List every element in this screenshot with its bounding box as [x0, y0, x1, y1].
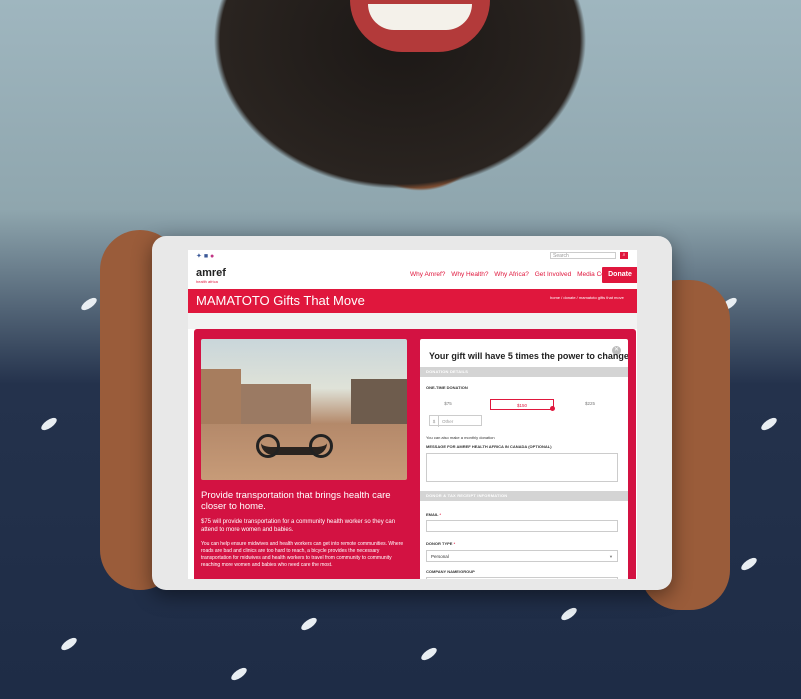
instagram-icon[interactable]: ● — [210, 253, 214, 260]
message-textarea[interactable] — [426, 453, 618, 482]
top-bar: ✦ ■ ● Search ⌕ — [188, 250, 637, 261]
section-donation-details: DONATION DETAILS — [420, 367, 628, 377]
gift-panel: Provide transportation that brings healt… — [194, 329, 636, 579]
message-label: MESSAGE FOR AMREF HEALTH AFRICA IN CANAD… — [426, 444, 552, 449]
building — [241, 384, 311, 424]
nav-why-health[interactable]: Why Health? — [451, 271, 488, 278]
checkmark-icon — [550, 406, 555, 411]
dollar-symbol: $ — [430, 416, 439, 427]
logo-tag: health africa — [196, 279, 218, 284]
donor-type-select[interactable]: Personal ▼ — [426, 550, 618, 562]
monthly-donation-link[interactable]: You can also make a monthly donation — [426, 435, 495, 440]
gift-title: Provide transportation that brings healt… — [201, 490, 391, 512]
main-nav: amref health africa Why Amref? Why Healt… — [188, 261, 637, 289]
gift-description: You can help ensure midwives and health … — [201, 541, 404, 568]
social-icons: ✦ ■ ● — [196, 252, 214, 260]
donor-type-label: DONOR TYPE * — [426, 541, 456, 546]
spacer — [188, 313, 637, 329]
other-amount-input[interactable]: $ Other — [429, 415, 482, 427]
website-screen: ✦ ■ ● Search ⌕ amref health africa Why A… — [188, 250, 637, 579]
amount-225[interactable]: $225 — [570, 401, 610, 406]
gift-summary: $75 will provide transportation for a co… — [201, 519, 396, 533]
tablet: ✦ ■ ● Search ⌕ amref health africa Why A… — [152, 236, 672, 590]
search-input[interactable]: Search — [550, 252, 616, 259]
amref-logo[interactable]: amref health africa — [196, 267, 226, 284]
nav-get-involved[interactable]: Get Involved — [535, 271, 572, 278]
breadcrumb[interactable]: home / donate / mamatoto gifts that move — [550, 295, 624, 300]
facebook-icon[interactable]: ■ — [204, 253, 208, 260]
search-icon: ⌕ — [622, 252, 626, 258]
logo-text: amref — [196, 267, 226, 279]
form-heading: Your gift will have 5 times the power to… — [429, 351, 628, 361]
one-time-label: ONE-TIME DONATION — [426, 385, 468, 390]
section-donor-info: DONOR & TAX RECEIPT INFORMATION — [420, 491, 628, 501]
wheel — [309, 434, 333, 458]
nav-links: Why Amref? Why Health? Why Africa? Get I… — [410, 271, 620, 278]
twitter-icon[interactable]: ✦ — [196, 253, 202, 260]
company-field[interactable] — [426, 577, 618, 579]
nav-why-amref[interactable]: Why Amref? — [410, 271, 445, 278]
amount-75[interactable]: $75 — [428, 401, 468, 406]
email-label: EMAIL * — [426, 512, 442, 517]
wheel — [256, 434, 280, 458]
donor-type-value: Personal — [431, 554, 449, 559]
page-title: MAMATOTO Gifts That Move — [196, 293, 365, 308]
search-button[interactable]: ⌕ — [620, 252, 628, 259]
teeth — [368, 4, 472, 30]
building — [351, 379, 407, 424]
donate-button[interactable]: Donate — [602, 267, 637, 283]
company-label: COMPANY NAME/GROUP — [426, 569, 475, 574]
donation-form: ✕ Your gift will have 5 times the power … — [420, 339, 628, 579]
page-hero: MAMATOTO Gifts That Move home / donate /… — [188, 289, 637, 313]
email-field[interactable] — [426, 520, 618, 532]
building — [201, 369, 241, 424]
nav-why-africa[interactable]: Why Africa? — [494, 271, 529, 278]
chevron-down-icon: ▼ — [609, 554, 613, 559]
gift-photo — [201, 339, 407, 480]
other-placeholder: Other — [442, 419, 454, 424]
amount-150-selected[interactable]: $150 — [490, 399, 554, 410]
